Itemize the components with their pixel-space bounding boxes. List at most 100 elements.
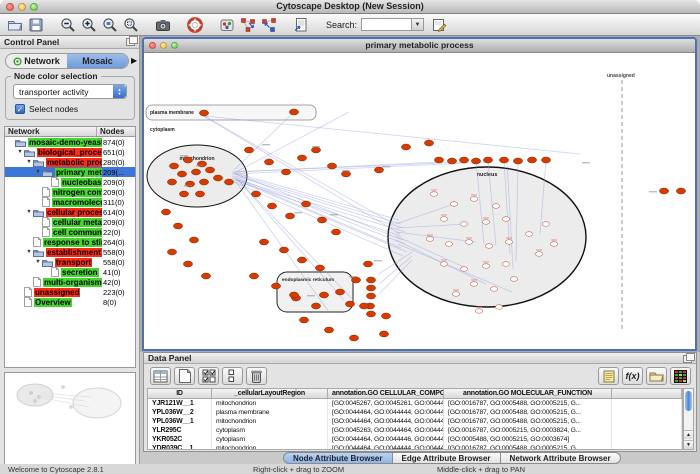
table-row[interactable]: YLR295Ccytoplasm[GO:0045263, GO:0044464,… — [148, 426, 682, 435]
tab-node-attribute-browser[interactable]: Node Attribute Browser — [283, 452, 393, 464]
unselect-attributes-icon[interactable] — [222, 367, 243, 385]
tree-row[interactable]: nucleobase-209(0) — [5, 177, 135, 187]
network-window-titlebar: primary metabolic process — [144, 39, 695, 53]
attribute-table[interactable]: ID _cellularLayoutRegion annotation.GO C… — [147, 388, 683, 450]
zoom-in-icon[interactable] — [80, 16, 98, 34]
scrollbar-thumb[interactable] — [685, 391, 692, 411]
tree-row[interactable]: response to stimulu264(0) — [5, 237, 135, 247]
table-cell — [612, 399, 682, 408]
tree-row[interactable]: ▼transport558(0) — [5, 257, 135, 267]
import-table-icon[interactable] — [292, 16, 310, 34]
tree-row[interactable]: ▼primary metabo209(... — [5, 167, 135, 177]
table-row[interactable]: YKR052Ccytoplasm[GO:0044464, GO:0044446,… — [148, 435, 682, 444]
expander-icon[interactable]: ▼ — [34, 169, 42, 175]
attribute-browser-tabs: Node Attribute Browser Edge Attribute Br… — [283, 452, 621, 464]
more-tabs-icon[interactable]: ▶ — [131, 56, 137, 65]
tab-edge-attribute-browser[interactable]: Edge Attribute Browser — [393, 452, 501, 464]
column-header[interactable]: annotation.GO CELLULAR_COMPONENT — [328, 389, 444, 398]
tree-row-label: Overview — [34, 298, 72, 307]
control-panel-tabs: Network Mosaic — [5, 53, 129, 69]
column-header[interactable]: annotation.GO MOLECULAR_FUNCTION — [444, 389, 612, 398]
table-cell: cytoplasm — [212, 426, 328, 435]
tree-row[interactable]: multi-organism pro42(0) — [5, 277, 135, 287]
tree-row[interactable]: Overview8(0) — [5, 297, 135, 307]
unassigned-label: unassigned — [607, 73, 635, 79]
open-icon[interactable] — [6, 16, 24, 34]
table-cell: cytoplasm — [212, 435, 328, 444]
tree-row[interactable]: ▼metabolic process280(0) — [5, 157, 135, 167]
tree-row-label: primary metabo — [55, 168, 102, 177]
expander-icon[interactable]: ▼ — [16, 149, 24, 155]
tree-row[interactable]: ▼establishment of lo558(0) — [5, 247, 135, 257]
tab-mosaic[interactable]: Mosaic — [67, 54, 128, 68]
search-input[interactable] — [361, 18, 411, 31]
expander-icon[interactable]: ▼ — [34, 259, 42, 265]
tree-row[interactable]: secretion41(0) — [5, 267, 135, 277]
snapshot-icon[interactable] — [154, 16, 172, 34]
network-window[interactable]: primary metabolic process plasma membran… — [142, 37, 697, 351]
attribute-grid-icon[interactable] — [150, 367, 171, 385]
tree-row[interactable]: cell communicat22(0) — [5, 227, 135, 237]
tab-network[interactable]: Network — [6, 54, 67, 68]
tab-network-attribute-browser[interactable]: Network Attribute Browser — [501, 452, 621, 464]
zoom-fit-icon[interactable] — [122, 16, 140, 34]
notes-icon[interactable] — [598, 367, 619, 385]
expander-icon[interactable]: ▼ — [25, 249, 33, 255]
window-title: Cytoscape Desktop (New Session) — [0, 1, 700, 11]
import-network-icon[interactable] — [239, 16, 257, 34]
table-cell: [GO:0044464, GO:0044444, GO:0044425, G..… — [328, 408, 444, 417]
expander-icon[interactable]: ▼ — [25, 209, 33, 215]
delete-attribute-icon[interactable] — [246, 367, 267, 385]
table-scrollbar[interactable]: ▲ ▼ — [683, 388, 694, 450]
tree-row[interactable]: nitrogen compo209(0) — [5, 187, 135, 197]
table-cell: mitochondrion — [212, 417, 328, 426]
export-network-icon[interactable] — [260, 16, 278, 34]
tree-row-count: 209(0) — [102, 178, 135, 187]
table-header-row: ID _cellularLayoutRegion annotation.GO C… — [148, 389, 682, 399]
column-header — [612, 389, 682, 398]
expander-icon[interactable]: ▼ — [25, 159, 33, 165]
tree-row[interactable]: cellular metabo209(0) — [5, 217, 135, 227]
data-panel-toolbar: f(x) — [144, 364, 696, 388]
tree-row-label: macromolecule — [52, 198, 102, 207]
zoom-selected-icon[interactable] — [101, 16, 119, 34]
column-header[interactable]: ID — [148, 389, 212, 398]
import-attributes-icon[interactable] — [646, 367, 667, 385]
table-row[interactable]: YJR121W__1mitochondrion[GO:0045267, GO:0… — [148, 399, 682, 408]
select-all-attributes-icon[interactable] — [198, 367, 219, 385]
select-nodes-checkbox[interactable]: ✓ — [15, 104, 25, 114]
tree-row-label: transport — [55, 258, 92, 267]
edit-attributes-icon[interactable] — [430, 16, 448, 34]
formula-icon[interactable]: f(x) — [622, 367, 643, 385]
tree-row[interactable]: ▼cellular process614(0) — [5, 207, 135, 217]
zoom-out-icon[interactable] — [59, 16, 77, 34]
scroll-up-icon[interactable]: ▲ — [684, 430, 693, 439]
tree-row-count: 558(0) — [102, 248, 135, 257]
table-cell: [GO:0044464, GO:0044444, GO:0044425, G..… — [328, 417, 444, 426]
column-header[interactable]: _cellularLayoutRegion — [212, 389, 328, 398]
node-color-dropdown[interactable]: transporter activity ▲▼ — [13, 84, 127, 99]
tree-row[interactable]: macromolecule311(0) — [5, 197, 135, 207]
annotation-icon[interactable] — [218, 16, 236, 34]
new-attribute-icon[interactable] — [174, 367, 195, 385]
table-row[interactable]: YPL036W__2plasma membrane[GO:0044464, GO… — [148, 408, 682, 417]
float-panel-icon[interactable] — [126, 38, 135, 46]
tree-row[interactable]: mosaic-demo-yeast874(0) — [5, 137, 135, 147]
status-pan-hint: Middle-click + drag to PAN — [437, 465, 525, 474]
tree-row[interactable]: unassigned223(0) — [5, 287, 135, 297]
table-cell — [612, 417, 682, 426]
scroll-down-icon[interactable]: ▼ — [684, 440, 693, 449]
heatmap-icon[interactable] — [670, 367, 691, 385]
float-panel-icon[interactable] — [683, 355, 692, 363]
save-icon[interactable] — [27, 16, 45, 34]
help-icon[interactable] — [186, 16, 204, 34]
table-row[interactable]: YPL036W__1mitochondrion[GO:0044464, GO:0… — [148, 417, 682, 426]
tree-row[interactable]: ▼biological_process651(0) — [5, 147, 135, 157]
search-dropdown-icon[interactable]: ▼ — [411, 18, 424, 31]
cytoplasm-label: cytoplasm — [150, 127, 175, 133]
table-cell: [GO:0005488, GO:0005215, GO:0003674] — [444, 435, 612, 444]
network-desktop: primary metabolic process plasma membran… — [140, 36, 700, 352]
network-canvas[interactable]: plasma membrane cytoplasm mitochondrion … — [144, 54, 695, 349]
table-cell: mitochondrion — [212, 399, 328, 408]
table-row[interactable]: YDR039C__1mitochondrion[GO:0044464, GO:0… — [148, 444, 682, 450]
